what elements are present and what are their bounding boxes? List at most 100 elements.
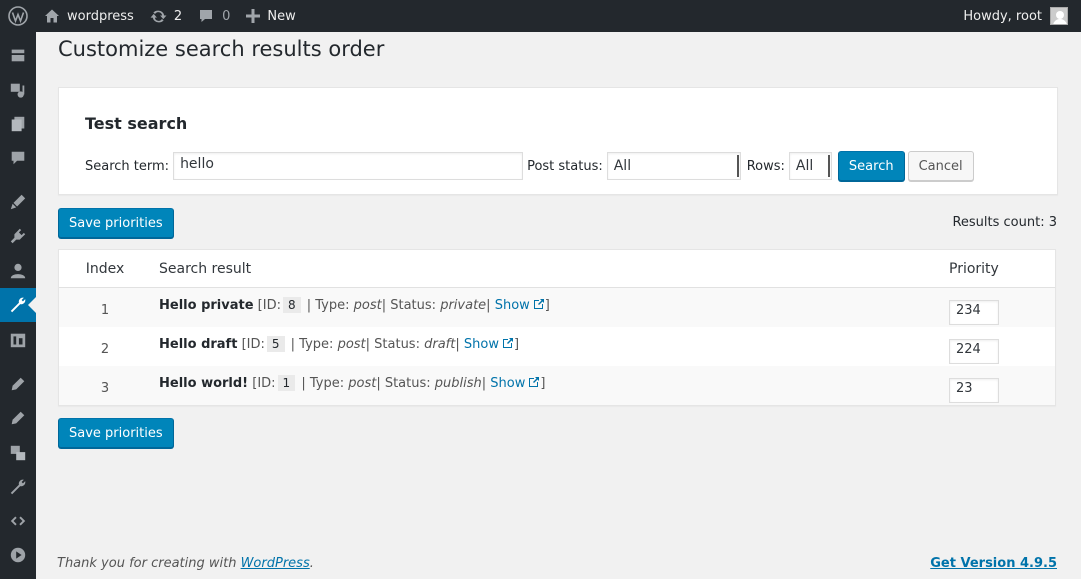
post-status-select[interactable]: All <box>606 152 741 180</box>
column-header-priority: Priority <box>949 260 999 277</box>
type-prefix: | Type: <box>290 336 334 352</box>
menu-play[interactable] <box>0 538 36 572</box>
row-suffix: ] <box>544 297 550 313</box>
priority-input[interactable]: 234 <box>949 300 999 325</box>
test-search-heading: Test search <box>85 114 188 133</box>
row-result: Hello draft [ID: 5 | Type: post| Status: … <box>151 335 943 352</box>
priority-input[interactable]: 224 <box>949 339 999 364</box>
id-prefix: [ID: <box>252 375 276 391</box>
external-link-icon <box>502 337 513 348</box>
menu-comments[interactable] <box>0 141 36 175</box>
plugins-icon <box>10 228 26 244</box>
settings-icon <box>10 333 26 348</box>
menu-code[interactable] <box>0 504 36 538</box>
comments-link[interactable]: 0 <box>190 0 238 32</box>
show-link[interactable]: Show <box>495 298 545 313</box>
show-prefix: | <box>481 375 487 391</box>
search-term-input[interactable]: hello <box>173 152 524 180</box>
type-value: post <box>348 375 377 391</box>
show-label: Show <box>494 297 530 313</box>
new-content-link[interactable]: New <box>238 0 303 32</box>
external-link-icon <box>533 298 544 309</box>
new-label: New <box>267 8 296 24</box>
menu-appearance[interactable] <box>0 185 36 219</box>
updates-count: 2 <box>173 8 183 24</box>
menu-edit-2[interactable] <box>0 401 36 435</box>
search-button[interactable]: Search <box>837 151 905 181</box>
row-result: Hello world! [ID: 1 | Type: post| Status:… <box>151 374 943 391</box>
menu-media[interactable] <box>0 73 36 107</box>
result-title: Hello private <box>159 297 254 313</box>
users-icon <box>10 263 26 279</box>
row-index: 1 <box>100 303 110 318</box>
site-name: wordpress <box>67 8 134 24</box>
priority-input[interactable]: 23 <box>949 378 999 403</box>
comment-bubble-icon <box>200 10 213 22</box>
id-prefix: [ID: <box>241 336 265 352</box>
row-suffix: ] <box>513 336 520 352</box>
save-priorities-button-top[interactable]: Save priorities <box>58 208 174 238</box>
wordpress-logo-icon[interactable] <box>0 0 36 32</box>
status-value: private <box>440 297 487 313</box>
media-icon <box>10 83 25 98</box>
footer-thanks-suffix: . <box>309 556 314 571</box>
menu-wrench[interactable] <box>0 470 36 504</box>
results-count: Results count: 3 <box>952 215 1057 230</box>
table-row: 2 Hello draft [ID: 5 | Type: post| Status… <box>59 327 1055 366</box>
table-header: Index Search result Priority <box>59 250 1055 288</box>
row-index: 2 <box>100 342 110 357</box>
type-value: post <box>337 336 366 352</box>
footer-thanks-prefix: Thank you for creating with <box>57 556 241 571</box>
menu-edit-1[interactable] <box>0 367 36 401</box>
my-account-link[interactable]: Howdy, root <box>955 0 1081 32</box>
play-icon <box>10 547 26 563</box>
site-name-link[interactable]: wordpress <box>36 0 142 32</box>
column-header-result: Search result <box>159 260 252 277</box>
show-label: Show <box>463 336 499 352</box>
avatar <box>1050 7 1068 25</box>
save-priorities-button-bottom[interactable]: Save priorities <box>58 418 174 448</box>
wrench-icon <box>10 479 26 495</box>
get-version-link[interactable]: Get Version 4.9.5 <box>930 556 1057 571</box>
page-title: Customize search results order <box>58 37 385 61</box>
menu-posts[interactable] <box>0 38 36 72</box>
comments-icon <box>11 151 25 165</box>
show-prefix: | <box>486 297 491 313</box>
menu-users[interactable] <box>0 254 36 288</box>
edit-icon <box>11 411 25 425</box>
edit-icon <box>11 377 25 391</box>
type-value: post <box>353 297 382 313</box>
id-badge: 8 <box>282 296 301 313</box>
id-prefix: [ID: <box>257 297 281 313</box>
show-link[interactable]: Show <box>464 337 514 352</box>
menu-tools[interactable] <box>0 288 36 322</box>
post-status-label: Post status: <box>527 158 603 174</box>
test-search-card: Test search Search term: hello Post stat… <box>58 87 1058 195</box>
code-icon <box>10 516 26 526</box>
type-prefix: | Type: <box>306 297 350 313</box>
show-link[interactable]: Show <box>490 376 540 391</box>
menu-settings[interactable] <box>0 323 36 357</box>
status-value: draft <box>424 336 456 352</box>
column-header-index: Index <box>85 260 125 277</box>
menu-translate[interactable] <box>0 436 36 470</box>
results-table: Index Search result Priority 1 Hello pri… <box>58 249 1056 406</box>
status-prefix: | Status: <box>381 297 437 313</box>
id-badge: 1 <box>277 374 296 391</box>
tools-icon <box>10 297 26 313</box>
rows-select[interactable]: All <box>788 152 832 180</box>
cancel-button[interactable]: Cancel <box>907 151 974 181</box>
menu-plugins[interactable] <box>0 219 36 253</box>
pushpin-icon <box>11 49 25 62</box>
id-badge: 5 <box>266 335 285 352</box>
updates-link[interactable]: 2 <box>142 0 190 32</box>
rows-label: Rows: <box>746 158 785 174</box>
status-value: publish <box>434 375 482 391</box>
wordpress-link[interactable]: WordPress <box>241 556 310 571</box>
status-prefix: | Status: <box>376 375 431 391</box>
menu-pages[interactable] <box>0 107 36 141</box>
appearance-icon <box>10 194 26 210</box>
greeting: Howdy, root <box>963 8 1042 24</box>
table-row: 3 Hello world! [ID: 1 | Type: post| Statu… <box>59 366 1055 405</box>
table-row: 1 Hello private [ID: 8 | Type: post| Stat… <box>59 288 1055 327</box>
